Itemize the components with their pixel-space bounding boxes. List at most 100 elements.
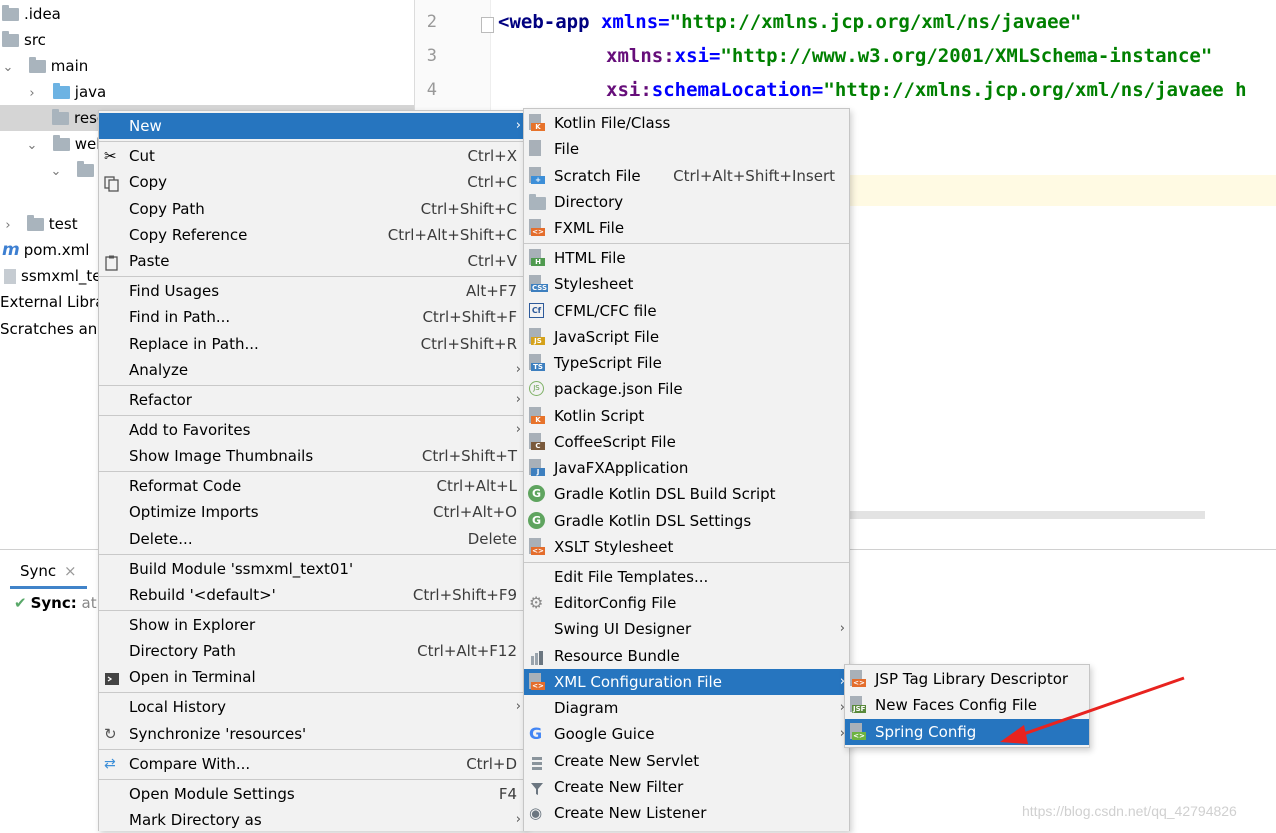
maven-icon: m: [2, 240, 20, 260]
tree-item-main[interactable]: ⌄ main: [2, 53, 88, 79]
tab-sync[interactable]: Sync ×: [10, 556, 87, 589]
menu-item-find-in-path[interactable]: Find in Path... Ctrl+Shift+F: [99, 304, 525, 330]
chevron-down-icon[interactable]: ⌄: [50, 159, 62, 185]
kotlin-file-icon: K: [529, 114, 545, 131]
menu-item-mark-directory-as[interactable]: Mark Directory as ›: [99, 807, 525, 833]
menu-item-optimize-imports[interactable]: Optimize Imports Ctrl+Alt+O: [99, 499, 525, 525]
menu-item-stylesheet[interactable]: CSS Stylesheet: [524, 271, 849, 297]
menu-item-find-usages[interactable]: Find Usages Alt+F7: [99, 278, 525, 304]
menu-item-copy-reference[interactable]: Copy Reference Ctrl+Alt+Shift+C: [99, 222, 525, 248]
menu-item-paste[interactable]: Paste Ctrl+V: [99, 248, 525, 274]
xml-file-icon: <>: [529, 673, 545, 690]
tree-item-webapp[interactable]: ⌄ wel: [26, 131, 100, 157]
tree-item-java[interactable]: › java: [26, 79, 106, 105]
tree-item-src[interactable]: src: [2, 27, 46, 53]
menu-item-create-servlet[interactable]: Create New Servlet: [524, 748, 849, 774]
line-number: 4: [426, 80, 437, 100]
servlet-icon: [529, 753, 545, 770]
menu-item-typescript[interactable]: TS TypeScript File: [524, 350, 849, 376]
menu-item-scratch-file[interactable]: + Scratch File Ctrl+Alt+Shift+Insert: [524, 163, 849, 189]
submenu-arrow-icon: ›: [515, 422, 521, 437]
chevron-right-icon[interactable]: ›: [26, 81, 38, 107]
scissors-icon: ✂: [104, 147, 117, 165]
nodejs-icon: JS: [529, 381, 544, 396]
compare-icon: ⇄: [104, 756, 116, 772]
paste-icon: [104, 253, 120, 271]
fold-marker-icon[interactable]: [481, 17, 494, 33]
menu-item-javascript[interactable]: JS JavaScript File: [524, 324, 849, 350]
html-file-icon: H: [529, 249, 545, 266]
menu-item-rebuild[interactable]: Rebuild '<default>' Ctrl+Shift+F9: [99, 582, 525, 608]
tree-item-webinf[interactable]: ⌄: [50, 157, 99, 183]
menu-item-directory-path[interactable]: Directory Path Ctrl+Alt+F12: [99, 638, 525, 664]
caret-line-highlight: [848, 175, 1276, 206]
chevron-right-icon[interactable]: ›: [2, 213, 14, 239]
gradle-icon: G: [528, 485, 545, 502]
menu-item-delete[interactable]: Delete... Delete: [99, 526, 525, 552]
folder-icon: [28, 57, 46, 73]
file-icon: [529, 140, 541, 156]
folder-icon: [2, 5, 19, 21]
menu-item-edit-file-templates[interactable]: Edit File Templates...: [524, 564, 849, 590]
menu-item-gradle-settings[interactable]: G Gradle Kotlin DSL Settings: [524, 508, 849, 534]
menu-item-javafx[interactable]: J JavaFXApplication: [524, 455, 849, 481]
folder-icon: [2, 31, 19, 47]
menu-item-html-file[interactable]: H HTML File: [524, 245, 849, 271]
menu-item-coffeescript[interactable]: C CoffeeScript File: [524, 429, 849, 455]
menu-item-show-in-explorer[interactable]: Show in Explorer: [99, 612, 525, 638]
menu-item-copy[interactable]: Copy Ctrl+C: [99, 169, 525, 195]
horizontal-scrollbar[interactable]: [848, 511, 1205, 519]
menu-item-swing-ui[interactable]: Swing UI Designer ›: [524, 616, 849, 642]
resources-folder-icon: [52, 109, 69, 125]
menu-item-create-listener[interactable]: ◉ Create New Listener: [524, 800, 849, 826]
menu-item-new[interactable]: New ›: [99, 113, 525, 139]
menu-item-refactor[interactable]: Refactor ›: [99, 387, 525, 413]
menu-item-reformat-code[interactable]: Reformat Code Ctrl+Alt+L: [99, 473, 525, 499]
menu-item-synchronize[interactable]: ↻ Synchronize 'resources': [99, 721, 525, 747]
menu-item-xml-configuration-file[interactable]: <> XML Configuration File ›: [524, 669, 849, 695]
chevron-down-icon[interactable]: ⌄: [2, 55, 14, 81]
menu-item-cfml[interactable]: Cf CFML/CFC file: [524, 298, 849, 324]
menu-item-copy-path[interactable]: Copy Path Ctrl+Shift+C: [99, 196, 525, 222]
menu-item-replace-in-path[interactable]: Replace in Path... Ctrl+Shift+R: [99, 331, 525, 357]
menu-item-add-to-favorites[interactable]: Add to Favorites ›: [99, 417, 525, 443]
menu-item-gradle-build[interactable]: G Gradle Kotlin DSL Build Script: [524, 481, 849, 507]
menu-item-editorconfig[interactable]: ⚙ EditorConfig File: [524, 590, 849, 616]
menu-item-kotlin-script[interactable]: K Kotlin Script: [524, 403, 849, 429]
menu-item-analyze[interactable]: Analyze ›: [99, 357, 525, 383]
tld-file-icon: <>: [850, 670, 866, 687]
submenu-arrow-icon: ›: [515, 699, 521, 714]
menu-item-build-module[interactable]: Build Module 'ssmxml_text01': [99, 556, 525, 582]
code-line-4: xsi:schemaLocation="http://xmlns.jcp.org…: [606, 79, 1247, 101]
tree-item-scratches[interactable]: Scratches and: [0, 316, 107, 342]
sync-status[interactable]: ✔ Sync: at: [14, 592, 97, 614]
tree-item-iml[interactable]: ssmxml_te: [4, 263, 102, 289]
gradle-icon: G: [528, 512, 545, 529]
menu-item-xslt[interactable]: <> XSLT Stylesheet: [524, 534, 849, 560]
menu-item-fxml-file[interactable]: <> FXML File: [524, 215, 849, 241]
menu-item-file[interactable]: File: [524, 136, 849, 162]
menu-item-compare-with[interactable]: ⇄ Compare With... Ctrl+D: [99, 751, 525, 777]
menu-item-open-in-terminal[interactable]: Open in Terminal: [99, 664, 525, 690]
menu-item-package-json[interactable]: JS package.json File: [524, 376, 849, 402]
menu-item-diagram[interactable]: Diagram ›: [524, 695, 849, 721]
css-file-icon: CSS: [529, 275, 549, 292]
menu-item-open-module-settings[interactable]: Open Module Settings F4: [99, 781, 525, 807]
menu-item-create-filter[interactable]: Create New Filter: [524, 774, 849, 800]
menu-item-cut[interactable]: ✂ Cut Ctrl+X: [99, 143, 525, 169]
menu-item-directory[interactable]: Directory: [524, 189, 849, 215]
chevron-down-icon[interactable]: ⌄: [26, 133, 38, 159]
tree-item-external-libraries[interactable]: External Libra: [0, 289, 104, 315]
tree-item-pom[interactable]: m pom.xml: [2, 237, 89, 263]
tree-item-idea[interactable]: .idea: [2, 1, 61, 27]
tree-item-test[interactable]: › test: [2, 211, 78, 237]
menu-item-kotlin-file[interactable]: K Kotlin File/Class: [524, 110, 849, 136]
jsf-file-icon: JSF: [850, 696, 867, 713]
source-folder-icon: [52, 83, 70, 99]
menu-item-google-guice[interactable]: G Google Guice ›: [524, 721, 849, 747]
close-icon[interactable]: ×: [64, 562, 77, 580]
menu-item-show-image-thumbnails[interactable]: Show Image Thumbnails Ctrl+Shift+T: [99, 443, 525, 469]
menu-item-local-history[interactable]: Local History ›: [99, 694, 525, 720]
menu-item-resource-bundle[interactable]: Resource Bundle: [524, 643, 849, 669]
ts-file-icon: TS: [529, 354, 545, 371]
